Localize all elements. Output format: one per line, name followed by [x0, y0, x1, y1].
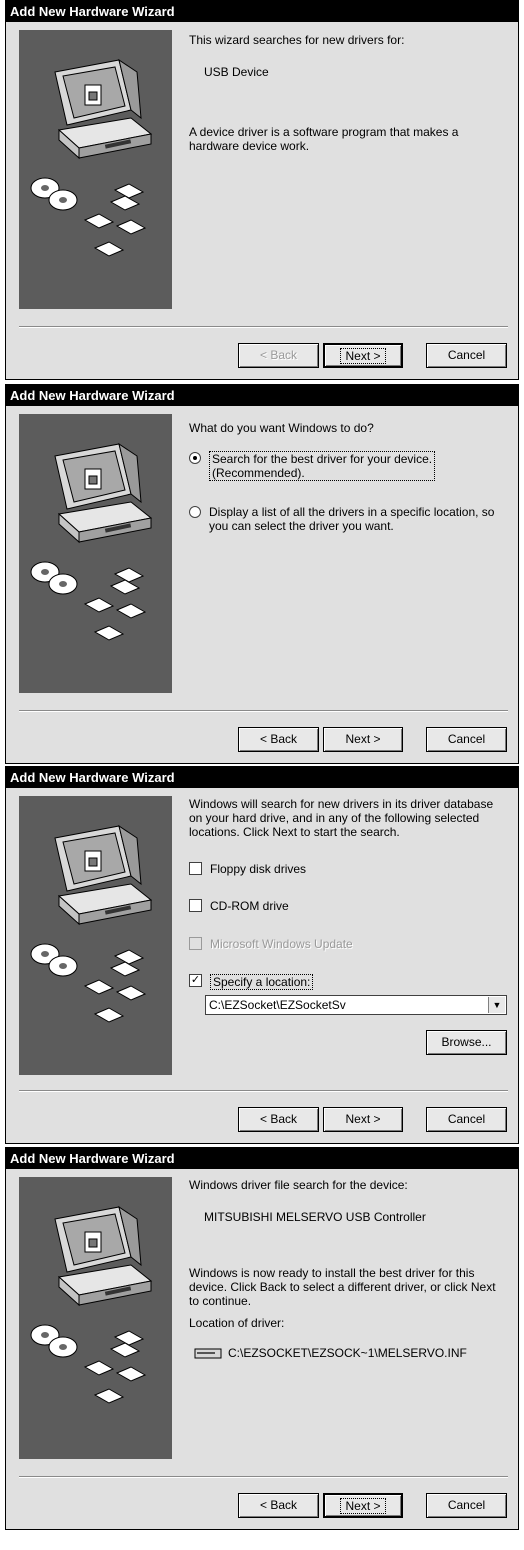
radio-search-label: Search for the best driver for your devi…	[209, 451, 436, 481]
cancel-label: Cancel	[447, 732, 486, 746]
next-label: Next >	[345, 732, 381, 746]
title-bar: Add New Hardware Wizard	[6, 1, 518, 22]
wizard-dialog-4: Add New Hardware Wizard Windows driver f…	[5, 1147, 519, 1530]
location-combobox[interactable]: C:\EZSocket\EZSocketSv ▼	[205, 995, 507, 1015]
browse-button[interactable]: Browse...	[426, 1030, 507, 1055]
radio-display-list[interactable]: Display a list of all the drivers in a s…	[189, 505, 508, 533]
dropdown-arrow-icon[interactable]: ▼	[488, 997, 505, 1013]
drive-icon	[194, 1348, 222, 1359]
next-button[interactable]: Next >	[323, 727, 403, 752]
wizard-dialog-3: Add New Hardware Wizard Windows will sea…	[5, 766, 519, 1144]
next-label: Next >	[345, 1112, 381, 1126]
next-button[interactable]: Next >	[323, 343, 403, 368]
separator	[19, 1476, 508, 1478]
checkbox-cdrom[interactable]: CD-ROM drive	[189, 899, 508, 913]
ready-text: Windows is now ready to install the best…	[189, 1266, 496, 1308]
cancel-button[interactable]: Cancel	[426, 1107, 507, 1132]
computer-icon	[30, 443, 152, 641]
checkbox-specify-location[interactable]: ✓ Specify a location:	[189, 974, 508, 990]
title-bar: Add New Hardware Wizard	[6, 385, 518, 406]
cancel-label: Cancel	[447, 1112, 486, 1126]
radio-selected-icon	[189, 452, 201, 464]
computer-icon	[30, 1206, 152, 1404]
separator	[19, 710, 508, 712]
radio-search-best[interactable]: Search for the best driver for your devi…	[189, 451, 508, 481]
wizard-illustration	[19, 796, 172, 1075]
wizard-illustration	[19, 30, 172, 309]
radio-unselected-icon	[189, 506, 201, 518]
next-button[interactable]: Next >	[323, 1493, 403, 1518]
device-name: USB Device	[204, 65, 269, 79]
cancel-label: Cancel	[447, 1498, 486, 1512]
checkmark-icon: ✓	[189, 974, 202, 987]
cancel-button[interactable]: Cancel	[426, 1493, 507, 1518]
separator	[19, 326, 508, 328]
checkbox-floppy-label: Floppy disk drives	[210, 862, 307, 876]
back-label: < Back	[259, 1112, 298, 1126]
driver-path: C:\EZSOCKET\EZSOCK~1\MELSERVO.INF	[228, 1346, 467, 1360]
back-label: < Back	[259, 1498, 298, 1512]
checkbox-icon	[189, 899, 202, 912]
driver-location: C:\EZSOCKET\EZSOCK~1\MELSERVO.INF	[194, 1346, 467, 1360]
checkbox-windows-update[interactable]: Microsoft Windows Update	[189, 937, 508, 951]
computer-icon	[30, 59, 152, 257]
checkbox-icon	[189, 937, 202, 950]
checkbox-location-label: Specify a location:	[210, 974, 314, 990]
computer-icon	[30, 825, 152, 1023]
radio-display-label: Display a list of all the drivers in a s…	[209, 505, 495, 533]
back-button[interactable]: < Back	[238, 343, 319, 368]
browse-label: Browse...	[441, 1035, 492, 1049]
intro-text: Windows driver file search for the devic…	[189, 1178, 408, 1192]
location-label: Location of driver:	[189, 1316, 285, 1330]
back-button[interactable]: < Back	[238, 1493, 319, 1518]
wizard-illustration	[19, 1177, 172, 1459]
back-button[interactable]: < Back	[238, 1107, 319, 1132]
question-text: What do you want Windows to do?	[189, 421, 374, 435]
checkbox-update-label: Microsoft Windows Update	[210, 937, 353, 951]
back-label: < Back	[259, 732, 298, 746]
checkbox-cdrom-label: CD-ROM drive	[210, 899, 289, 913]
separator	[19, 1090, 508, 1092]
cancel-button[interactable]: Cancel	[426, 343, 507, 368]
checkbox-icon	[189, 862, 202, 875]
device-name: MITSUBISHI MELSERVO USB Controller	[204, 1210, 426, 1224]
next-label: Next >	[340, 1498, 386, 1514]
wizard-dialog-2: Add New Hardware Wizard What do you want…	[5, 384, 519, 764]
title-bar: Add New Hardware Wizard	[6, 1148, 518, 1169]
title-bar: Add New Hardware Wizard	[6, 767, 518, 788]
checkbox-floppy[interactable]: Floppy disk drives	[189, 862, 508, 876]
next-button[interactable]: Next >	[323, 1107, 403, 1132]
description-text: A device driver is a software program th…	[189, 125, 459, 153]
back-button[interactable]: < Back	[238, 727, 319, 752]
cancel-button[interactable]: Cancel	[426, 727, 507, 752]
wizard-dialog-1: Add New Hardware Wizard This wizard sear…	[5, 0, 519, 380]
location-value: C:\EZSocket\EZSocketSv	[209, 998, 346, 1012]
intro-text: This wizard searches for new drivers for…	[189, 33, 405, 47]
intro-text: Windows will search for new drivers in i…	[189, 797, 494, 839]
wizard-illustration	[19, 414, 172, 693]
